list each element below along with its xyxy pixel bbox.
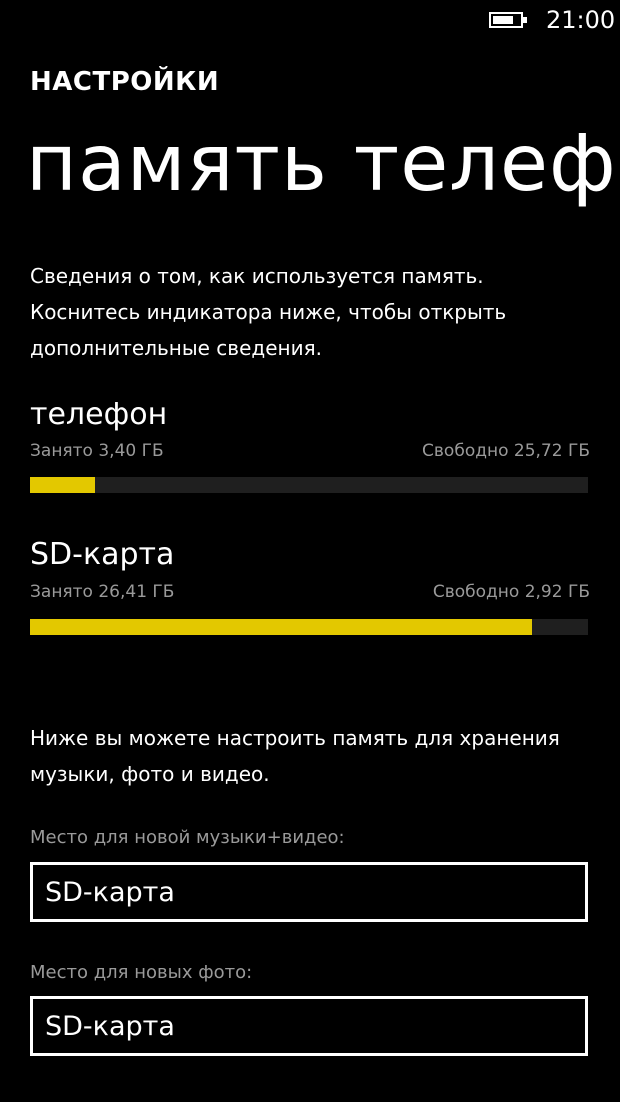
storage-used-phone: Занято 3,40 ГБ bbox=[30, 441, 164, 461]
storage-free-sd: Свободно 2,92 ГБ bbox=[432, 582, 590, 602]
storage-bar-sd[interactable] bbox=[30, 619, 588, 635]
storage-name-sd: SD-карта bbox=[30, 537, 175, 572]
storage-bar-phone[interactable] bbox=[30, 477, 588, 493]
intro-line: Коснитесь индикатора ниже, чтобы открыть bbox=[30, 300, 507, 324]
battery-tip bbox=[523, 17, 527, 23]
storage-used-sd: Занято 26,41 ГБ bbox=[30, 582, 175, 602]
storage-bar-fill-sd bbox=[30, 619, 533, 635]
app-title: НАСТРОЙКИ bbox=[30, 67, 220, 97]
storage-free-phone: Свободно 25,72 ГБ bbox=[422, 441, 590, 461]
settings-note: Ниже вы можете настроить память для хран… bbox=[30, 720, 600, 792]
photo-location-label: Место для новых фото: bbox=[30, 962, 253, 983]
photo-location-value: SD-карта bbox=[45, 1011, 175, 1042]
music-video-location-picker[interactable]: SD-карта bbox=[30, 862, 588, 922]
photo-location-picker[interactable]: SD-карта bbox=[30, 996, 588, 1056]
battery-level-fill bbox=[493, 16, 513, 24]
intro-text: Сведения о том, как используется память.… bbox=[30, 258, 600, 366]
battery-icon bbox=[489, 12, 523, 28]
settings-note-line: музыки, фото и видео. bbox=[30, 762, 270, 786]
status-bar: 21:00 bbox=[0, 0, 620, 40]
settings-note-line: Ниже вы можете настроить память для хран… bbox=[30, 726, 560, 750]
storage-name-phone: телефон bbox=[30, 397, 168, 432]
intro-line: дополнительные сведения. bbox=[30, 336, 322, 360]
music-video-location-value: SD-карта bbox=[45, 877, 175, 908]
status-time: 21:00 bbox=[546, 6, 616, 34]
storage-bar-fill-phone bbox=[30, 477, 96, 493]
music-video-location-label: Место для новой музыки+видео: bbox=[30, 827, 345, 848]
page-title: память телефона bbox=[26, 119, 620, 209]
intro-line: Сведения о том, как используется память. bbox=[30, 264, 484, 288]
